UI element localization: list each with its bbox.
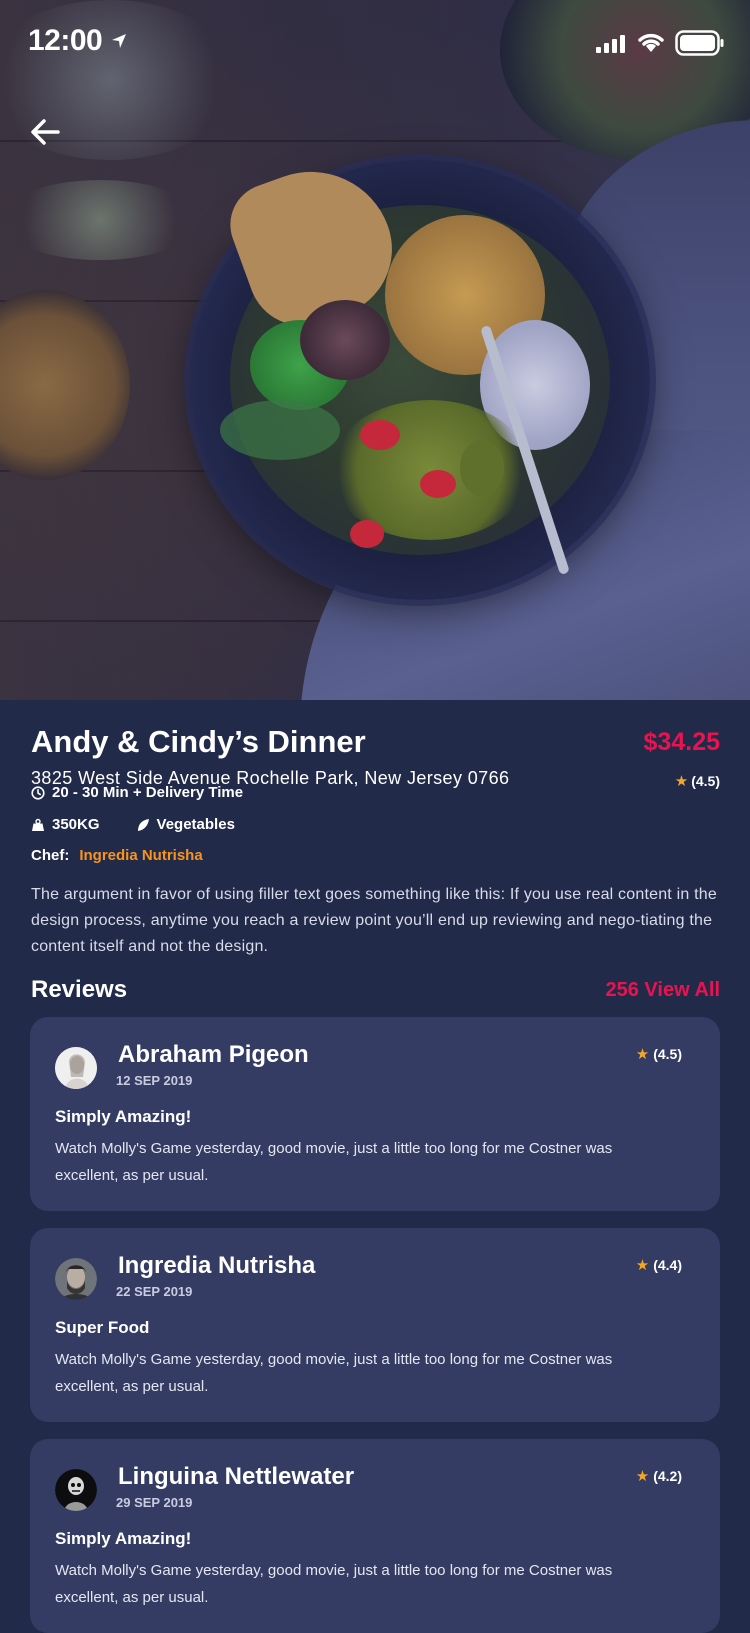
review-rating: ★ (4.5): [635, 1046, 682, 1063]
dish-price: $34.25: [643, 728, 720, 756]
reviewer-name: Ingredia Nutrisha: [118, 1252, 316, 1279]
chickpea-bowl-image: [0, 290, 130, 480]
star-icon: ★: [674, 773, 689, 790]
cellular-signal-icon: [596, 35, 625, 53]
review-date: 29 SEP 2019: [116, 1495, 193, 1510]
review-body: Watch Molly's Game yesterday, good movie…: [55, 1351, 613, 1395]
clock-icon: [31, 785, 45, 800]
info-row: 350KG Vegetables: [31, 816, 235, 833]
reviewer-name: Abraham Pigeon: [118, 1041, 309, 1068]
review-date: 12 SEP 2019: [116, 1073, 193, 1088]
review-title: Simply Amazing!: [55, 1107, 192, 1126]
dish-title: Andy & Cindy’s Dinner: [31, 724, 366, 759]
dish-rating-value: (4.5): [691, 773, 720, 789]
status-bar: 12:00: [0, 0, 750, 90]
star-icon: ★: [635, 1046, 650, 1063]
review-date: 22 SEP 2019: [116, 1284, 193, 1299]
star-icon: ★: [635, 1468, 650, 1485]
status-time: 12:00: [28, 24, 103, 57]
review-title: Super Food: [55, 1318, 150, 1337]
weight-icon: [32, 818, 44, 831]
chef-row: Chef: Ingredia Nutrisha: [31, 847, 203, 864]
review-card[interactable]: Ingredia Nutrisha 22 SEP 2019 ★ (4.4) Su…: [30, 1228, 720, 1422]
review-body: Watch Molly's Game yesterday, good movie…: [55, 1562, 613, 1606]
hero-food-image: [0, 0, 750, 700]
view-all-reviews-link[interactable]: 256 View All: [605, 979, 720, 1002]
delivery-time-row: 20 - 30 Min + Delivery Time: [31, 784, 243, 801]
chef-name-link[interactable]: Ingredia Nutrisha: [79, 847, 202, 864]
review-body: Watch Molly's Game yesterday, good movie…: [55, 1140, 613, 1184]
review-rating: ★ (4.2): [635, 1468, 682, 1485]
leaf-icon: [137, 818, 149, 831]
delivery-time: 20 - 30 Min + Delivery Time: [52, 784, 244, 801]
avatar: [55, 1047, 97, 1089]
star-icon: ★: [635, 1257, 650, 1274]
review-card[interactable]: Abraham Pigeon 12 SEP 2019 ★ (4.5) Simpl…: [30, 1017, 720, 1211]
review-card[interactable]: Linguina Nettlewater 29 SEP 2019 ★ (4.2)…: [30, 1439, 720, 1633]
review-title: Simply Amazing!: [55, 1529, 192, 1548]
dish-description: The argument in favor of using filler te…: [31, 886, 717, 955]
arrow-left-icon: [31, 119, 60, 145]
review-rating: ★ (4.4): [635, 1257, 682, 1274]
dish-rating: ★ (4.5): [675, 772, 720, 790]
avatar: [55, 1258, 97, 1300]
dish-weight: 350KG: [52, 816, 100, 833]
avatar: [55, 1469, 97, 1511]
back-button[interactable]: [28, 115, 68, 155]
reviews-heading: Reviews: [31, 976, 128, 1003]
chef-label: Chef:: [31, 847, 70, 864]
wifi-icon: [638, 33, 664, 52]
reviewer-name: Linguina Nettlewater: [118, 1463, 355, 1490]
battery-icon: [675, 30, 724, 56]
dish-details: Andy & Cindy’s Dinner $34.25 3825 West S…: [0, 700, 750, 1633]
location-arrow-icon: [112, 34, 126, 48]
dish-category: Vegetables: [156, 816, 235, 833]
